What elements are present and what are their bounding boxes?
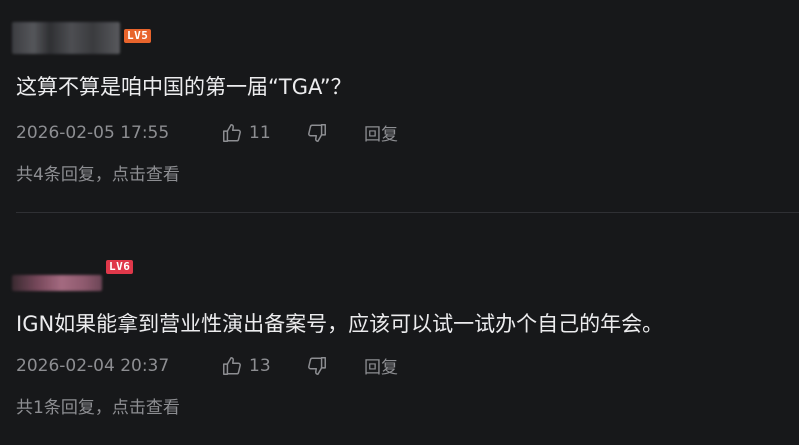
comment-timestamp: 2026-02-04 20:37 — [16, 355, 170, 376]
comment-item: LV5 这算不算是咱中国的第一届“TGA”？ 2026-02-05 17:55 … — [0, 0, 799, 212]
like-count: 11 — [249, 122, 271, 143]
comment-timestamp: 2026-02-05 17:55 — [16, 122, 170, 143]
like-button[interactable]: 13 — [221, 355, 306, 377]
comment-author[interactable]: LV6 — [12, 260, 134, 291]
comment-meta: 2026-02-04 20:37 13 回复 — [16, 353, 398, 379]
view-replies-link[interactable]: 共4条回复，点击查看 — [16, 160, 180, 185]
comment-meta: 2026-02-05 17:55 11 回复 — [16, 120, 398, 146]
thumbs-up-icon — [223, 123, 241, 142]
comment-text: 这算不算是咱中国的第一届“TGA”？ — [16, 75, 352, 99]
comment-author[interactable]: LV5 — [12, 22, 152, 54]
username-blurred[interactable] — [12, 22, 120, 54]
like-button[interactable]: 11 — [221, 122, 306, 144]
username-blurred[interactable] — [12, 275, 102, 291]
dislike-button[interactable] — [306, 355, 364, 377]
comment-text: IGN如果能拿到营业性演出备案号，应该可以试一试办个自己的年会。 — [16, 312, 664, 336]
thumbs-up-icon — [223, 356, 241, 375]
view-replies-link[interactable]: 共1条回复，点击查看 — [16, 393, 180, 418]
thumbs-down-icon — [308, 356, 326, 375]
reply-button[interactable]: 回复 — [364, 120, 398, 145]
level-badge: LV5 — [124, 29, 152, 43]
like-count: 13 — [249, 355, 271, 376]
thumbs-down-icon — [308, 123, 326, 142]
dislike-button[interactable] — [306, 122, 364, 144]
level-badge: LV6 — [106, 260, 134, 274]
reply-button[interactable]: 回复 — [364, 353, 398, 378]
comment-item: LV6 IGN如果能拿到营业性演出备案号，应该可以试一试办个自己的年会。 202… — [0, 213, 799, 445]
